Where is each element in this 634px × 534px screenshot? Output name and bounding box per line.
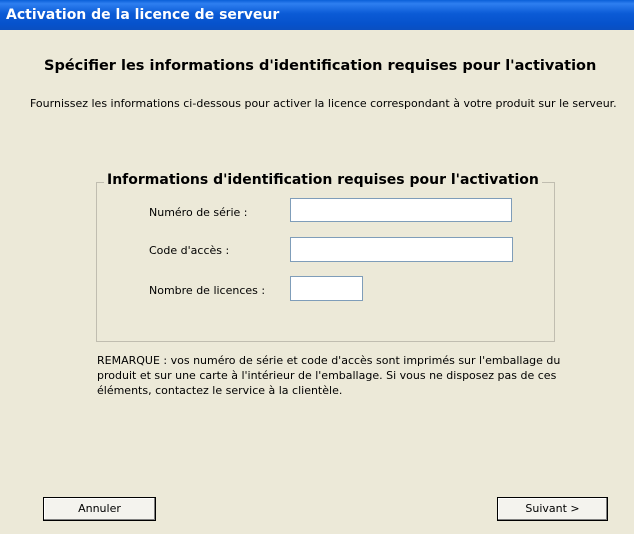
- access-code-input[interactable]: [290, 237, 513, 262]
- title-bar[interactable]: Activation de la licence de serveur: [0, 0, 634, 30]
- note-text: REMARQUE : vos numéro de série et code d…: [97, 354, 561, 397]
- next-button[interactable]: Suivant >: [497, 497, 608, 521]
- serial-number-label: Numéro de série :: [149, 206, 248, 219]
- intro-text: Fournissez les informations ci-dessous p…: [30, 97, 617, 110]
- page-heading: Spécifier les informations d'identificat…: [44, 58, 597, 74]
- license-count-input[interactable]: [290, 276, 363, 301]
- access-code-label: Code d'accès :: [149, 244, 230, 257]
- license-count-label: Nombre de licences :: [149, 284, 266, 297]
- cancel-button[interactable]: Annuler: [43, 497, 156, 521]
- groupbox-legend: Informations d'identification requises p…: [104, 172, 542, 188]
- serial-number-input[interactable]: [290, 198, 512, 222]
- window-title: Activation de la licence de serveur: [6, 7, 280, 23]
